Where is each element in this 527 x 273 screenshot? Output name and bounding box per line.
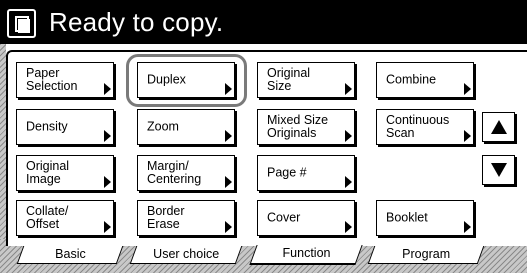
mixed-size-originals-label: Mixed Size Originals: [267, 113, 329, 140]
submenu-arrow-icon: [104, 83, 111, 95]
tab-basic[interactable]: Basic: [16, 246, 124, 264]
tab-user-choice-label: User choice: [153, 247, 220, 261]
combine-button[interactable]: Combine: [376, 62, 474, 98]
submenu-arrow-icon: [345, 83, 352, 95]
submenu-arrow-icon: [104, 130, 111, 142]
density-label: Density: [26, 119, 68, 134]
density-button[interactable]: Density: [16, 109, 114, 145]
status-message: Ready to copy.: [49, 7, 224, 37]
scroll-up-button[interactable]: [482, 112, 515, 142]
arrow-down-icon: [491, 163, 507, 177]
paper-selection-label: Paper Selection: [26, 66, 78, 93]
tab-basic-label: Basic: [54, 247, 86, 261]
page-number-button[interactable]: Page #: [257, 155, 355, 191]
border-erase-label: Border Erase: [147, 204, 185, 231]
status-header: Ready to copy.: [0, 0, 527, 44]
zoom-button[interactable]: Zoom: [137, 109, 235, 145]
margin-centering-button[interactable]: Margin/ Centering: [137, 155, 235, 191]
submenu-arrow-icon: [225, 130, 232, 142]
submenu-arrow-icon: [345, 176, 352, 188]
tab-program-label: Program: [402, 247, 451, 261]
submenu-arrow-icon: [225, 221, 232, 233]
original-image-button[interactable]: Original Image: [16, 155, 114, 191]
collate-offset-label: Collate/ Offset: [26, 204, 69, 231]
original-size-button[interactable]: Original Size: [257, 62, 355, 98]
submenu-arrow-icon: [464, 221, 471, 233]
page-number-label: Page #: [267, 165, 307, 180]
booklet-button[interactable]: Booklet: [376, 200, 474, 236]
zoom-label: Zoom: [147, 119, 179, 134]
submenu-arrow-icon: [104, 221, 111, 233]
paper-selection-button[interactable]: Paper Selection: [16, 62, 114, 98]
original-image-label: Original Image: [26, 159, 70, 186]
tab-function-label: Function: [282, 246, 331, 260]
margin-centering-label: Margin/ Centering: [147, 159, 202, 186]
submenu-arrow-icon: [225, 83, 232, 95]
submenu-arrow-icon: [345, 221, 352, 233]
continuous-scan-label: Continuous Scan: [386, 113, 450, 140]
submenu-arrow-icon: [225, 176, 232, 188]
tab-user-choice[interactable]: User choice: [129, 246, 243, 264]
continuous-scan-button[interactable]: Continuous Scan: [376, 109, 474, 145]
border-erase-button[interactable]: Border Erase: [137, 200, 235, 236]
cover-button[interactable]: Cover: [257, 200, 355, 236]
submenu-arrow-icon: [464, 130, 471, 142]
submenu-arrow-icon: [104, 176, 111, 188]
duplex-label: Duplex: [147, 72, 186, 87]
original-size-label: Original Size: [267, 66, 311, 93]
combine-label: Combine: [386, 72, 437, 87]
arrow-up-icon: [491, 120, 507, 134]
collate-offset-button[interactable]: Collate/ Offset: [16, 200, 114, 236]
copy-document-icon: [7, 9, 36, 38]
tab-function[interactable]: Function: [249, 245, 363, 265]
scroll-down-button[interactable]: [482, 155, 515, 185]
submenu-arrow-icon: [345, 130, 352, 142]
duplex-button[interactable]: Duplex: [137, 62, 235, 98]
booklet-label: Booklet: [386, 210, 428, 225]
mixed-size-originals-button[interactable]: Mixed Size Originals: [257, 109, 355, 145]
tab-program[interactable]: Program: [367, 246, 485, 264]
cover-label: Cover: [267, 210, 301, 225]
submenu-arrow-icon: [464, 83, 471, 95]
